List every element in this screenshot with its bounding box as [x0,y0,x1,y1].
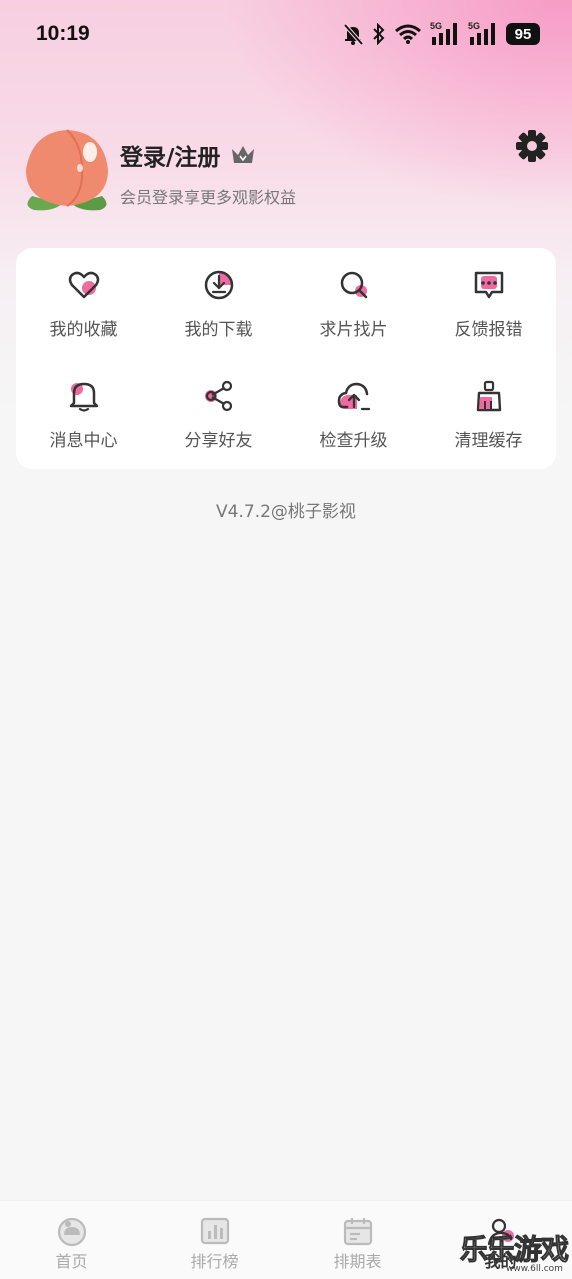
tab-home[interactable]: 首页 [0,1201,143,1279]
home-icon [57,1217,86,1247]
bell-icon [69,382,98,412]
menu-label: 反馈报错 [454,320,523,340]
peach-avatar-icon[interactable] [22,126,112,214]
status-bar: 10:19 5G 5G 95 [0,0,572,68]
watermark-logo: 乐乐游戏 www.6ll.com [456,1226,572,1279]
version-text: V4.7.2@桃子影视 [216,502,356,522]
tab-label: 排行榜 [190,1252,239,1271]
signal-5g-2: 5G [468,21,498,47]
mute-bell-icon [343,23,364,46]
upgrade-icon [337,382,370,411]
search-icon [340,271,367,299]
calendar-icon [343,1218,372,1246]
download-icon [204,270,233,300]
battery-indicator: 95 [506,23,540,45]
heart-icon [68,271,99,299]
menu-item-downloads[interactable]: 我的下载 [151,248,286,348]
tab-label: 首页 [55,1252,88,1271]
menu-item-feedback[interactable]: 反馈报错 [421,248,556,348]
feedback-icon [474,271,503,299]
wifi-icon [395,24,421,44]
menu-item-upgrade[interactable]: 检查升级 [286,359,421,459]
menu-label: 求片找片 [319,320,388,340]
menu-label: 我的下载 [184,320,253,340]
member-subtitle: 会员登录享更多观影权益 [120,188,297,207]
crown-icon [232,146,255,163]
watermark-text: 乐乐游戏 [459,1233,569,1267]
tab-schedule[interactable]: 排期表 [286,1201,429,1279]
broom-icon [476,380,501,412]
status-icons: 5G 5G 95 [342,20,540,48]
menu-label: 分享好友 [184,431,253,451]
menu-item-messages[interactable]: 消息中心 [16,359,151,459]
tab-label: 排期表 [333,1252,382,1271]
menu-label: 检查升级 [319,431,388,451]
menu-item-share[interactable]: 分享好友 [151,359,286,459]
menu-label: 清理缓存 [454,431,523,451]
ranking-icon [200,1217,229,1245]
menu-label: 我的收藏 [49,320,118,340]
status-time: 10:19 [36,22,90,45]
signal-bars-icon [470,23,495,45]
signal-5g-1: 5G [430,21,460,47]
login-register-label: 登录/注册 [120,145,221,171]
gear-icon[interactable] [514,128,550,164]
menu-label: 消息中心 [49,431,118,451]
tab-ranking[interactable]: 排行榜 [143,1201,286,1279]
signal-bars-icon [432,23,457,45]
menu-item-request[interactable]: 求片找片 [286,248,421,348]
menu-item-clear-cache[interactable]: 清理缓存 [421,359,556,459]
watermark-url: www.6ll.com [506,1264,563,1274]
share-icon [204,380,232,412]
menu-card: 我的收藏 我的下载 求片找片 反馈报错 消息中心 分享好友 检查升级 清理缓存 [16,248,556,469]
bluetooth-icon [373,23,385,45]
login-register-button[interactable]: 登录/注册 [120,138,256,172]
menu-item-favorites[interactable]: 我的收藏 [16,248,151,348]
